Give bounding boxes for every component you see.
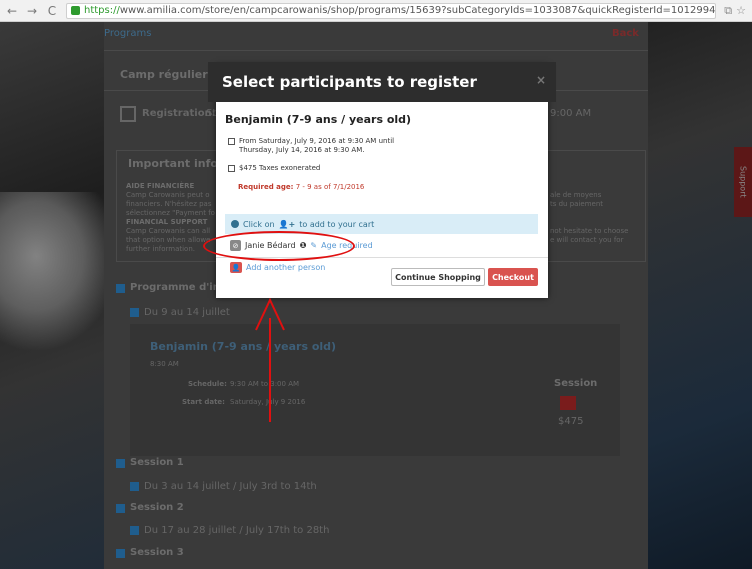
bookmark-star-icon[interactable]: ☆: [736, 4, 746, 18]
add-cart-button[interactable]: [560, 396, 576, 410]
session-1-heading: Session 1: [130, 457, 184, 468]
url-scheme: https://: [84, 5, 120, 16]
aide-text: financiers. N'hésitez pas: [126, 200, 212, 208]
start-date-label: Start date:: [182, 398, 225, 406]
session-3-heading: Session 3: [130, 547, 184, 558]
price-text: $475 Taxes exonerated: [239, 164, 321, 172]
aide-text: sélectionnez "Payment fo: [126, 209, 215, 217]
session-price: $475: [558, 416, 584, 427]
program-card-title: Benjamin (7-9 ans / years old): [150, 340, 337, 353]
info-suffix: to add to your cart: [299, 219, 375, 229]
modal-title: Select participants to register: [222, 73, 477, 91]
select-participants-modal: Select participants to register × Benjam…: [208, 62, 556, 298]
session-2-heading: Session 2: [130, 502, 184, 513]
required-age-value: 7 - 9 as of 7/1/2016: [295, 183, 365, 191]
annotation-arrow-shaft: [269, 318, 271, 422]
expand-icon[interactable]: [130, 308, 139, 317]
aide-text: Camp Carowanis peut o: [126, 191, 210, 199]
browser-toolbar: ← → C https://www.amilia.com/store/en/ca…: [0, 0, 752, 22]
registration-edit-icon: [120, 106, 136, 122]
expand-icon[interactable]: [116, 504, 125, 513]
forward-arrow-icon[interactable]: →: [26, 4, 38, 18]
registration-label: Registration:: [142, 108, 216, 119]
address-bar[interactable]: https://www.amilia.com/store/en/campcaro…: [66, 2, 717, 19]
reload-icon[interactable]: C: [46, 4, 58, 18]
close-icon[interactable]: ×: [536, 73, 546, 87]
checkout-button[interactable]: Checkout: [488, 268, 538, 286]
info-circle-icon: [231, 220, 239, 228]
modal-footer: Continue Shopping Checkout: [216, 257, 548, 298]
important-info-heading: Important info: [128, 157, 218, 170]
expand-icon[interactable]: [116, 284, 125, 293]
session-label: Session: [554, 378, 598, 389]
required-age: Required age: 7 - 9 as of 7/1/2016: [238, 183, 364, 191]
modal-header: Select participants to register ×: [208, 62, 556, 102]
date-range: Du 9 au 14 juillet: [144, 307, 230, 318]
date-text: From Saturday, July 9, 2016 at 9:30 AM u…: [239, 137, 394, 155]
info-text: not hesitate to choose: [550, 227, 629, 235]
schedule-value: 9:30 AM to 3:00 AM: [230, 380, 300, 388]
aide-title: AIDE FINANCIÈRE: [126, 182, 195, 190]
back-link[interactable]: Back: [612, 28, 639, 39]
expand-icon[interactable]: [130, 526, 139, 535]
money-icon: [228, 165, 235, 172]
date-info: From Saturday, July 9, 2016 at 9:30 AM u…: [228, 137, 394, 155]
financial-text: Camp Carowanis can all: [126, 227, 211, 235]
registration-time: 9:00 AM: [550, 108, 592, 119]
add-person-icon: 👤+: [278, 219, 296, 229]
date-line-2: Thursday, July 14, 2016 at 9:30 AM.: [239, 146, 365, 154]
support-tab[interactable]: Support: [734, 147, 752, 217]
expand-icon[interactable]: [116, 549, 125, 558]
info-text: e will contact you for: [550, 236, 624, 244]
session-1-dates: Du 3 au 14 juillet / July 3rd to 14th: [144, 481, 317, 492]
calendar-icon: [228, 138, 235, 145]
expand-icon[interactable]: [116, 459, 125, 468]
info-prefix: Click on: [243, 219, 275, 229]
schedule-label: Schedule:: [188, 380, 227, 388]
date-line-1: From Saturday, July 9, 2016 at 9:30 AM u…: [239, 137, 395, 145]
price-info: $475 Taxes exonerated: [228, 164, 320, 173]
participant-program-title: Benjamin (7-9 ans / years old): [225, 113, 412, 126]
boat-photo: [0, 192, 120, 352]
translate-icon[interactable]: ⧉: [724, 4, 732, 18]
info-text: ts du paiement: [550, 200, 604, 208]
lock-icon: [71, 6, 80, 15]
card-time: 8:30 AM: [150, 360, 179, 368]
url-text: www.amilia.com/store/en/campcarowanis/sh…: [119, 5, 716, 16]
financial-title: FINANCIAL SUPPORT: [126, 218, 208, 226]
session-2-dates: Du 17 au 28 juillet / July 17th to 28th: [144, 525, 330, 536]
programs-link[interactable]: Programs: [104, 28, 151, 39]
back-arrow-icon[interactable]: ←: [6, 4, 18, 18]
required-age-label: Required age:: [238, 183, 294, 191]
financial-text: further information.: [126, 245, 195, 253]
financial-text: that option when allowe: [126, 236, 211, 244]
info-text: ale de moyens: [550, 191, 602, 199]
annotation-ellipse: [203, 231, 355, 261]
start-date-value: Saturday, July 9 2016: [230, 398, 306, 406]
divider: [104, 50, 648, 51]
continue-shopping-button[interactable]: Continue Shopping: [391, 268, 485, 286]
expand-icon[interactable]: [130, 482, 139, 491]
